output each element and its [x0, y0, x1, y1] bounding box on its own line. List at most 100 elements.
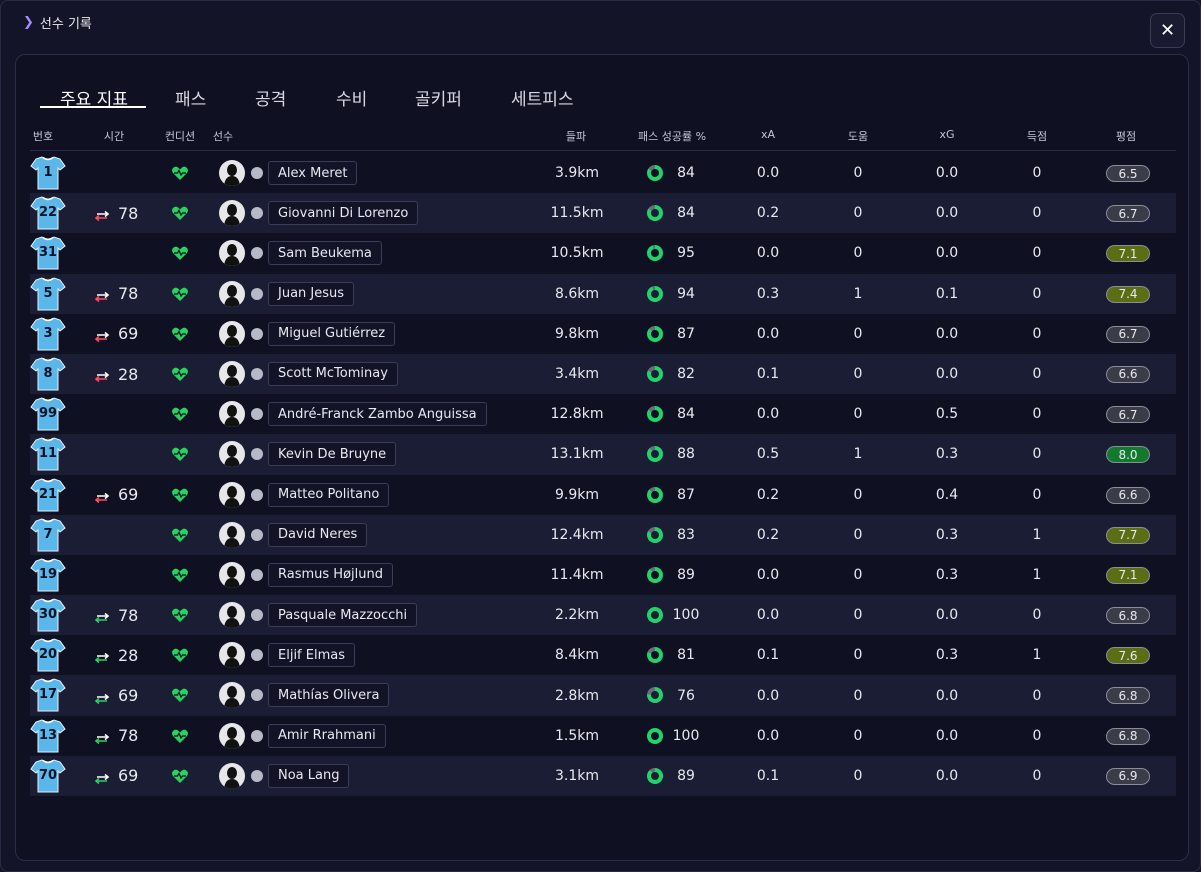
pass-rate-value: 84	[677, 205, 695, 222]
rating-badge: 6.7	[1106, 406, 1150, 424]
table-row[interactable]: 7 David Neres 12.4km 83 0.2 0 0.3 1 7.7	[30, 514, 1176, 555]
sub-off-icon	[94, 288, 110, 302]
player-name[interactable]: Juan Jesus	[268, 281, 355, 306]
table-row[interactable]: 19 Rasmus Højlund 11.4km 89 0.0 0 0.3 1 7.1	[30, 555, 1176, 595]
goals-value: 0	[1032, 406, 1042, 423]
sub-on-icon	[94, 730, 110, 744]
column-header-player[interactable]: 선수	[213, 128, 233, 144]
column-header-condition[interactable]: 컨디션	[165, 128, 195, 144]
player-name[interactable]: David Neres	[268, 522, 368, 547]
table-row[interactable]: 3 69 Miguel Gutiérrez 9.8km 87 0.0 0 0.0 0 6.7	[30, 314, 1176, 354]
pass-rate-ring	[647, 486, 663, 503]
table-row[interactable]: 22 78 Giovanni Di Lorenzo 11.5km 84 0.2 0 0.0 0 6…	[30, 193, 1176, 234]
assists-value: 0	[853, 526, 863, 543]
xg-value: 0.3	[935, 526, 959, 543]
distance-value: 2.2km	[554, 607, 600, 624]
distance-value: 3.1km	[554, 767, 600, 784]
tab-attack[interactable]: 공격	[255, 85, 286, 110]
rating-badge: 6.8	[1106, 687, 1150, 705]
sub-minute: 69	[118, 766, 139, 786]
table-row[interactable]: 70 69 Noa Lang 3.1km 89 0.1 0 0.0 0 6.9	[30, 755, 1176, 796]
player-name[interactable]: André-Franck Zambo Anguissa	[268, 402, 487, 427]
player-avatar[interactable]	[219, 160, 245, 186]
table-row[interactable]: 31 Sam Beukema 10.5km 95 0.0 0 0.0 0 7.1	[30, 233, 1176, 273]
table-row[interactable]: 11 Kevin De Bruyne 13.1km 88 0.5 1 0.3 0 8.0	[30, 434, 1176, 475]
table-row[interactable]: 5 78 Juan Jesus 8.6km 94 0.3 1 0.1 0 7.4	[30, 273, 1176, 314]
pass-rate-ring	[647, 285, 663, 302]
person-icon	[251, 769, 263, 782]
player-avatar[interactable]	[219, 401, 245, 428]
tab-defense[interactable]: 수비	[336, 85, 367, 110]
player-avatar[interactable]	[219, 682, 245, 709]
player-avatar[interactable]	[219, 481, 245, 508]
xa-value: 0.5	[756, 446, 780, 463]
player-avatar[interactable]	[219, 561, 245, 588]
distance-value: 3.9km	[554, 165, 600, 182]
pass-rate-value: 84	[677, 165, 695, 182]
column-header-assists[interactable]: 도움	[848, 128, 868, 144]
player-avatar[interactable]	[219, 240, 245, 267]
player-avatar[interactable]	[219, 722, 245, 749]
xg-value: 0.3	[935, 446, 959, 463]
column-header-rating[interactable]: 평점	[1116, 128, 1136, 144]
xg-value: 0.3	[935, 647, 959, 664]
shirt-icon: 8	[30, 356, 66, 392]
player-avatar[interactable]	[219, 762, 245, 789]
rating-badge: 6.5	[1106, 165, 1150, 182]
player-name[interactable]: Alex Meret	[268, 161, 358, 185]
player-name[interactable]: Miguel Gutiérrez	[268, 321, 396, 346]
xg-value: 0.5	[935, 406, 959, 423]
close-button[interactable]: ✕	[1150, 13, 1185, 48]
xa-value: 0.0	[756, 245, 780, 262]
player-name[interactable]: Matteo Politano	[268, 482, 390, 507]
tab-set-pieces[interactable]: 세트피스	[511, 85, 574, 110]
player-name[interactable]: Kevin De Bruyne	[268, 442, 397, 467]
xg-value: 0.0	[935, 727, 959, 744]
player-name[interactable]: Sam Beukema	[268, 241, 382, 266]
player-name[interactable]: Noa Lang	[268, 763, 350, 788]
tab-goalkeeper[interactable]: 골키퍼	[415, 85, 462, 110]
table-row[interactable]: 20 28 Eljif Elmas 8.4km 81 0.1 0 0.3 1 7.6	[30, 635, 1176, 675]
tab-passing[interactable]: 패스	[175, 85, 206, 110]
player-avatar[interactable]	[219, 280, 245, 307]
column-header-xg[interactable]: xG	[939, 128, 954, 141]
column-header-number[interactable]: 번호	[33, 128, 53, 144]
column-header-xa[interactable]: xA	[761, 128, 775, 141]
table-row[interactable]: 13 78 Amir Rrahmani 1.5km 100 0.0 0 0.0 0 6.8	[30, 716, 1176, 756]
table-row[interactable]: 8 28 Scott McTominay 3.4km 82 0.1 0 0.0 0 6.6	[30, 353, 1176, 395]
column-header-distance[interactable]: 들파	[566, 128, 586, 144]
player-name[interactable]: Pasquale Mazzocchi	[268, 603, 418, 628]
condition-heart-icon	[171, 445, 189, 463]
player-avatar[interactable]	[219, 642, 245, 669]
shirt-number: 1	[43, 165, 53, 180]
player-name[interactable]: Eljif Elmas	[268, 643, 355, 668]
xa-value: 0.0	[756, 165, 780, 182]
condition-heart-icon	[171, 727, 189, 745]
goals-value: 1	[1032, 647, 1042, 664]
player-name[interactable]: Giovanni Di Lorenzo	[268, 201, 419, 226]
table-row[interactable]: 21 69 Matteo Politano 9.9km 87 0.2 0 0.4 0 6.6	[30, 475, 1176, 515]
player-avatar[interactable]	[219, 360, 245, 387]
table-row[interactable]: 17 69 Mathías Olivera 2.8km 76 0.0 0 0.0 0 6.8	[30, 675, 1176, 716]
xa-value: 0.2	[756, 526, 780, 543]
column-header-goals[interactable]: 득점	[1027, 128, 1047, 144]
player-name[interactable]: Amir Rrahmani	[268, 723, 386, 748]
player-avatar[interactable]	[219, 200, 245, 227]
column-header-time[interactable]: 시간	[104, 128, 124, 144]
condition-heart-icon	[171, 686, 189, 704]
player-avatar[interactable]	[219, 602, 245, 629]
player-name[interactable]: Rasmus Højlund	[268, 562, 393, 587]
column-header-pass-rate[interactable]: 패스 성공률 %	[638, 128, 706, 144]
table-row[interactable]: 99 André-Franck Zambo Anguissa 12.8km 84 0.0…	[30, 394, 1176, 434]
assists-value: 0	[853, 366, 863, 383]
table-row[interactable]: 1 Alex Meret 3.9km 84 0.0 0 0.0 0 6.5	[30, 153, 1176, 193]
xa-value: 0.0	[756, 566, 780, 583]
player-name[interactable]: Scott McTominay	[268, 361, 398, 386]
player-name[interactable]: Mathías Olivera	[268, 683, 390, 708]
player-avatar[interactable]	[219, 441, 245, 468]
player-avatar[interactable]	[219, 320, 245, 347]
shirt-number: 7	[43, 526, 53, 542]
player-avatar[interactable]	[219, 521, 245, 548]
goals-value: 0	[1032, 446, 1042, 463]
table-row[interactable]: 30 78 Pasquale Mazzocchi 2.2km 100 0.0 0 0.0 0 6.…	[30, 595, 1176, 636]
